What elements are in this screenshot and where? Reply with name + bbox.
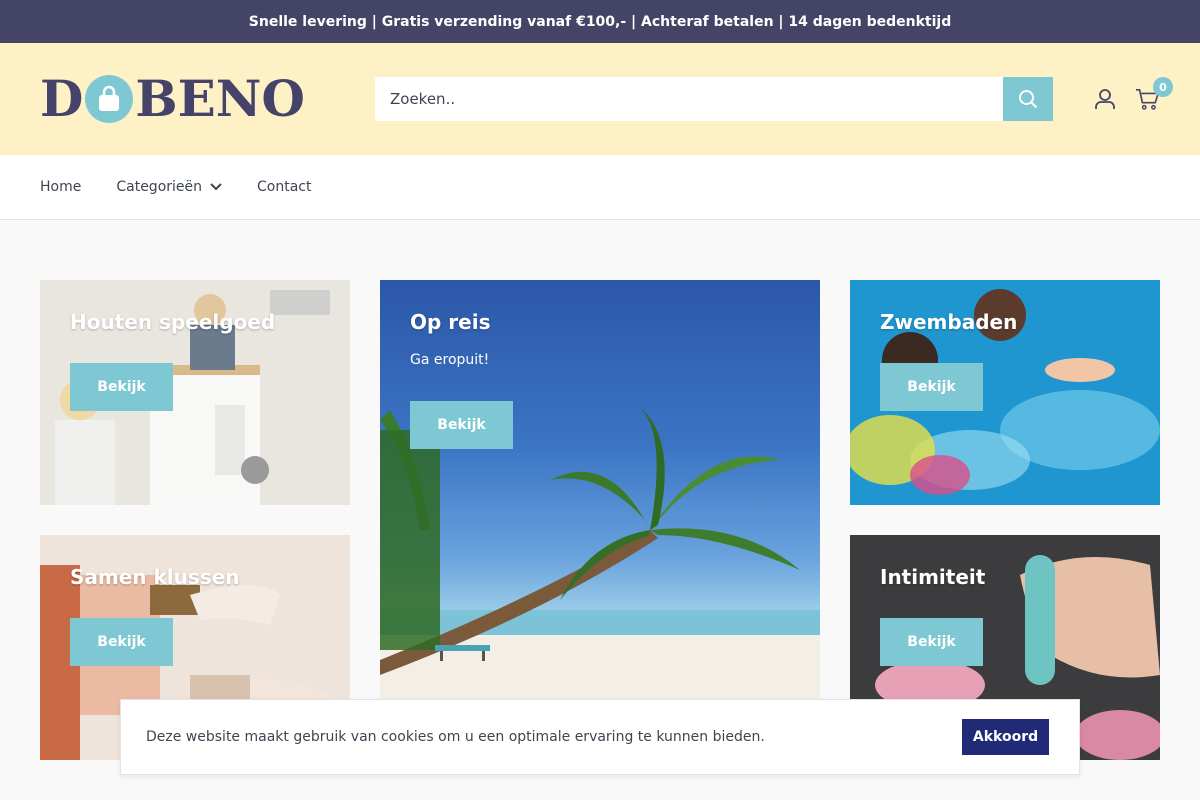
- nav-home-label: Home: [40, 179, 82, 195]
- brand-logo[interactable]: D BENO: [40, 69, 375, 129]
- announcement-text: Snelle levering | Gratis verzending vana…: [248, 13, 952, 30]
- account-button[interactable]: [1093, 87, 1117, 111]
- tile-subtitle: Ga eropuit!: [410, 352, 490, 368]
- tile-zwembaden[interactable]: Zwembaden Bekijk: [850, 280, 1160, 505]
- tile-title: Samen klussen: [70, 565, 240, 589]
- site-header: D BENO Zoeken.. 0: [0, 43, 1200, 155]
- nav-item-home[interactable]: Home: [40, 179, 81, 195]
- tile-op-reis[interactable]: Op reis Ga eropuit! Bekijk: [380, 280, 820, 760]
- bekijk-button[interactable]: Bekijk: [70, 618, 173, 666]
- search-input[interactable]: [375, 77, 1003, 121]
- tile-title: Zwembaden: [880, 310, 1018, 334]
- cart-button[interactable]: 0: [1135, 77, 1173, 111]
- accept-cookies-button[interactable]: Akkoord: [962, 719, 1049, 755]
- user-icon: [1095, 89, 1115, 109]
- bekijk-button[interactable]: Bekijk: [410, 401, 513, 449]
- search-button[interactable]: [1003, 77, 1053, 121]
- shopping-bag-icon: [85, 75, 134, 123]
- bekijk-button[interactable]: Bekijk: [70, 363, 173, 411]
- nav-categories-label: Categorieën: [116, 179, 202, 195]
- logo-letter-d: D: [40, 69, 84, 128]
- tile-title: Intimiteit: [880, 565, 986, 589]
- tile-title: Op reis: [410, 310, 491, 334]
- bekijk-button[interactable]: Bekijk: [880, 363, 983, 411]
- category-grid: Houten speelgoed Bekijk Samen klussen Be…: [40, 280, 1160, 760]
- header-icons: 0: [1093, 77, 1173, 111]
- bekijk-button[interactable]: Bekijk: [880, 618, 983, 666]
- nav-item-categories[interactable]: Categorieën: [116, 179, 222, 195]
- cart-count-badge: 0: [1153, 77, 1173, 97]
- nav-item-contact[interactable]: Contact: [257, 179, 311, 195]
- search-icon: [1019, 90, 1038, 109]
- tile-title: Houten speelgoed: [70, 310, 276, 334]
- cookie-banner: Deze website maakt gebruik van cookies o…: [120, 699, 1080, 775]
- main-navigation: Home Categorieën Contact: [0, 155, 1200, 220]
- tile-houten-speelgoed[interactable]: Houten speelgoed Bekijk: [40, 280, 350, 505]
- announcement-bar: Snelle levering | Gratis verzending vana…: [0, 0, 1200, 43]
- chevron-down-icon: [210, 183, 222, 191]
- logo-letters-beno: BENO: [135, 69, 305, 128]
- nav-contact-label: Contact: [257, 179, 312, 195]
- cookie-message: Deze website maakt gebruik van cookies o…: [146, 729, 765, 745]
- search-form: [375, 77, 1053, 121]
